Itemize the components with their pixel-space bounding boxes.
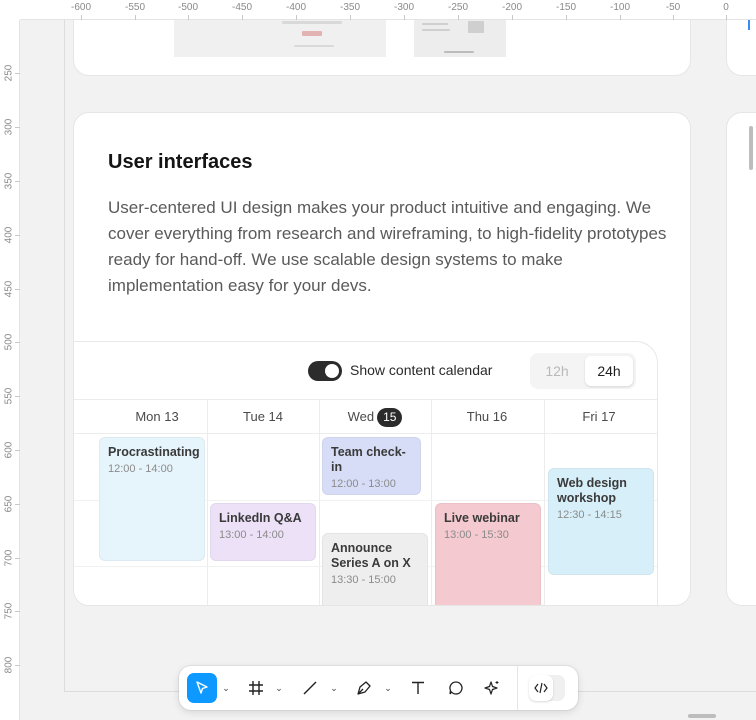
cursor-arrow-icon	[196, 681, 208, 694]
bottom-toolbar: ⌄ ⌄ ⌄ ⌄	[179, 666, 578, 710]
event-title: Live webinar	[444, 511, 520, 525]
day-header-wed: Wed 15	[319, 400, 431, 434]
chevron-down-icon[interactable]: ⌄	[221, 680, 231, 696]
toggle-label: Show content calendar	[350, 362, 493, 378]
time-format-switch: 12h 24h	[530, 353, 636, 389]
grid-column-line	[544, 400, 545, 605]
speech-bubble-icon	[449, 681, 463, 695]
calendar-header: Show content calendar 12h 24h	[74, 342, 657, 400]
user-interfaces-card: User interfaces User-centered UI design …	[73, 112, 691, 606]
adjacent-card	[726, 112, 756, 606]
event-time: 13:30 - 15:00	[331, 574, 396, 586]
text-tool-button[interactable]	[403, 673, 433, 703]
grid-column-line	[319, 400, 320, 605]
card-description: User-centered UI design makes your produ…	[108, 198, 667, 295]
horizontal-ruler: -600 -550 -500 -450 -400 -350 -300 -250 …	[0, 0, 756, 20]
event-announce-series-a[interactable]: Announce Series A on X 13:30 - 15:00	[322, 533, 428, 605]
toolbar-divider	[517, 666, 518, 710]
event-title: Procrastinating	[108, 445, 200, 459]
line-icon	[303, 681, 317, 695]
calendar-toggle[interactable]	[308, 361, 342, 381]
format-24h-option[interactable]: 24h	[585, 356, 633, 386]
format-12h-option[interactable]: 12h	[533, 356, 581, 386]
chevron-down-icon[interactable]: ⌄	[329, 680, 339, 696]
event-time: 13:00 - 14:00	[219, 529, 284, 541]
grid-column-line	[431, 400, 432, 605]
event-live-webinar[interactable]: Live webinar 13:00 - 15:30	[435, 503, 541, 605]
event-title: Team check-in	[331, 445, 406, 474]
grid-column-line	[207, 400, 208, 605]
comment-tool-button[interactable]	[441, 673, 471, 703]
chevron-down-icon[interactable]: ⌄	[383, 680, 393, 696]
event-time: 12:30 - 14:15	[557, 509, 622, 521]
vertical-scrollbar[interactable]	[749, 126, 753, 170]
event-time: 13:00 - 15:30	[444, 529, 509, 541]
day-header-mon: Mon 13	[135, 409, 179, 424]
day-header-fri: Fri 17	[582, 409, 616, 424]
event-title: LinkedIn Q&A	[219, 511, 302, 525]
event-procrastinating[interactable]: Procrastinating 12:00 - 14:00	[99, 437, 205, 561]
day-header-row: Mon 13 Tue 14 Wed 15 Thu 16 Fri 17	[74, 400, 657, 434]
sparkle-icon	[484, 681, 499, 695]
frame-tool-button[interactable]	[241, 673, 271, 703]
event-team-check-in[interactable]: Team check-in 12:00 - 13:00	[322, 437, 421, 495]
day-header-thu: Thu 16	[466, 409, 508, 424]
move-tool-button[interactable]	[187, 673, 217, 703]
code-brackets-icon	[534, 682, 548, 694]
event-web-design-workshop[interactable]: Web design workshop 12:30 - 14:15	[548, 468, 654, 575]
content-calendar: Show content calendar 12h 24h Mon 13 Tue…	[74, 341, 658, 605]
pen-nib-icon	[357, 681, 371, 695]
today-badge: 15	[377, 408, 403, 427]
event-linkedin-qa[interactable]: LinkedIn Q&A 13:00 - 14:00	[210, 503, 316, 561]
pen-tool-button[interactable]	[349, 673, 379, 703]
card-title: User interfaces	[108, 151, 253, 173]
horizontal-scrollbar[interactable]	[688, 714, 716, 718]
hash-frame-icon	[249, 681, 263, 695]
line-tool-button[interactable]	[295, 673, 325, 703]
event-title: Web design workshop	[557, 476, 627, 505]
actions-tool-button[interactable]	[477, 673, 507, 703]
text-T-icon	[412, 681, 424, 694]
dev-mode-toggle[interactable]	[529, 675, 565, 701]
event-time: 12:00 - 14:00	[108, 463, 173, 475]
event-title: Announce Series A on X	[331, 541, 411, 570]
ruler-corner	[0, 0, 20, 20]
chevron-down-icon[interactable]: ⌄	[274, 680, 284, 696]
dev-mode-knob	[529, 675, 553, 701]
toggle-knob	[325, 364, 339, 378]
day-header-tue: Tue 14	[243, 409, 283, 424]
vertical-ruler: 250 300 350 400 450 500 550 600 650 700 …	[0, 0, 20, 720]
event-time: 12:00 - 13:00	[331, 478, 396, 490]
